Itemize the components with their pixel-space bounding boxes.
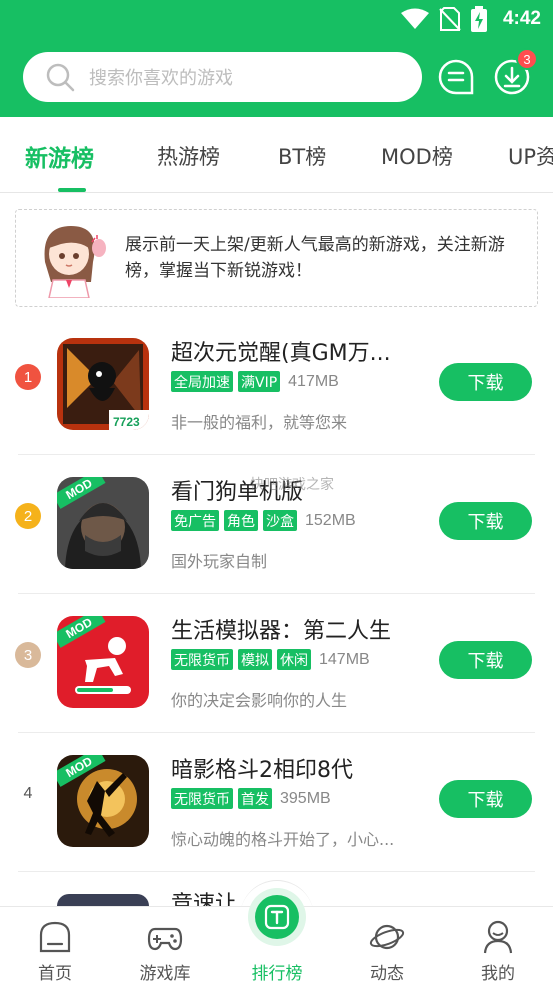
icon-label-7723: 7723 [113,415,140,429]
game-title: 超次元觉醒(真GM万... [171,341,391,366]
download-button[interactable]: 下载 [439,363,532,401]
game-icon[interactable]: MOD [57,477,149,569]
game-description: 非一般的福利，就等您来 [171,413,348,432]
ranking-icon [264,904,290,930]
game-tag: 无限货币 [171,649,233,670]
mascot-girl-icon [44,226,106,298]
game-tag: 角色 [224,510,258,531]
tab-bt[interactable]: BT榜 [278,141,326,171]
game-tag: 免广告 [171,510,219,531]
download-button[interactable]: 下载 [439,502,532,540]
download-count-badge: 3 [516,48,538,70]
tab-up[interactable]: UP资 [508,141,553,171]
game-row[interactable]: 4 MOD 暗影格斗2相印8代 无限货币 首发 395MB 惊心动魄的格斗开始了… [0,733,553,872]
nav-game-library[interactable]: 游戏库 [115,907,215,983]
download-button[interactable]: 下载 [439,780,532,818]
game-size: 395MB [280,789,331,807]
nav-label: 首页 [38,964,72,983]
game-title: 生活模拟器：第二人生 [171,619,392,644]
nav-activity[interactable]: 动态 [337,907,437,983]
nav-profile[interactable]: 我的 [448,907,548,983]
game-icon[interactable]: 7723 [57,338,149,430]
game-description: 惊心动魄的格斗开始了，小心... [171,830,395,849]
game-tags: 免广告 角色 沙盒 152MB [171,510,356,531]
game-tag: 休闲 [277,649,311,670]
game-size: 152MB [305,511,356,529]
ranking-tabs: 新游榜 热游榜 BT榜 MOD榜 UP资 [0,117,553,193]
nav-label: 排行榜 [251,964,303,983]
game-tags: 全局加速 满VIP 417MB [171,371,339,392]
game-tag: 无限货币 [171,788,233,809]
game-tags: 无限货币 首发 395MB [171,788,331,809]
planet-icon [369,924,405,950]
search-bar[interactable]: 搜索你喜欢的游戏 [23,52,422,102]
ranking-notice: 展示前一天上架/更新人气最高的新游戏，关注新游榜，掌握当下新锐游戏！ [15,209,538,307]
app-header: 4:42 搜索你喜欢的游戏 3 [0,0,553,117]
search-icon [46,63,75,92]
gamepad-icon [147,927,183,951]
rank-badge: 1 [15,364,41,390]
user-icon [483,920,513,954]
download-button[interactable]: 下载 [439,641,532,679]
nav-label: 游戏库 [139,964,191,983]
game-size: 147MB [319,650,370,668]
watermark: 快吧游戏之家 [250,477,334,493]
game-tag: 首发 [238,788,272,809]
home-icon [39,921,71,953]
rank-number: 4 [23,785,33,802]
game-size: 417MB [288,372,339,390]
tab-new-games[interactable]: 新游榜 [25,139,94,173]
game-tag: 沙盒 [263,510,297,531]
status-bar: 4:42 [400,6,541,32]
battery-charging-icon [470,6,487,32]
game-icon[interactable] [57,894,149,906]
message-icon[interactable] [438,59,474,95]
rank-badge: 2 [15,503,41,529]
game-tag: 模拟 [238,649,272,670]
nav-label: 我的 [481,964,515,983]
nav-home[interactable]: 首页 [5,907,105,983]
rank-badge: 3 [15,642,41,668]
status-time: 4:42 [502,8,541,29]
game-icon[interactable]: MOD [57,616,149,708]
active-tab-indicator [58,188,86,192]
game-title: 竞速让 [171,892,238,906]
no-sim-icon [439,7,461,31]
game-description: 你的决定会影响你的人生 [171,691,348,710]
game-tags: 无限货币 模拟 休闲 147MB [171,649,370,670]
tab-mod[interactable]: MOD榜 [381,141,453,171]
game-tag: 全局加速 [171,371,233,392]
tab-hot-games[interactable]: 热游榜 [157,141,220,171]
game-row[interactable]: 3 MOD 生活模拟器：第二人生 无限货币 模拟 休闲 147MB 你的决定会影… [0,594,553,733]
search-placeholder: 搜索你喜欢的游戏 [89,68,233,89]
nav-label: 动态 [370,964,404,983]
game-description: 国外玩家自制 [171,552,268,571]
nav-ranking-button[interactable] [248,888,306,946]
notice-text: 展示前一天上架/更新人气最高的新游戏，关注新游榜，掌握当下新锐游戏！ [125,235,505,281]
game-icon[interactable]: MOD [57,755,149,847]
game-tag: 满VIP [238,371,281,392]
wifi-icon [400,8,429,29]
game-row[interactable]: 1 7723 超次元觉醒(真GM万... 全局加速 满VIP 417MB 非一般… [0,316,553,455]
game-title: 暗影格斗2相印8代 [171,758,353,783]
